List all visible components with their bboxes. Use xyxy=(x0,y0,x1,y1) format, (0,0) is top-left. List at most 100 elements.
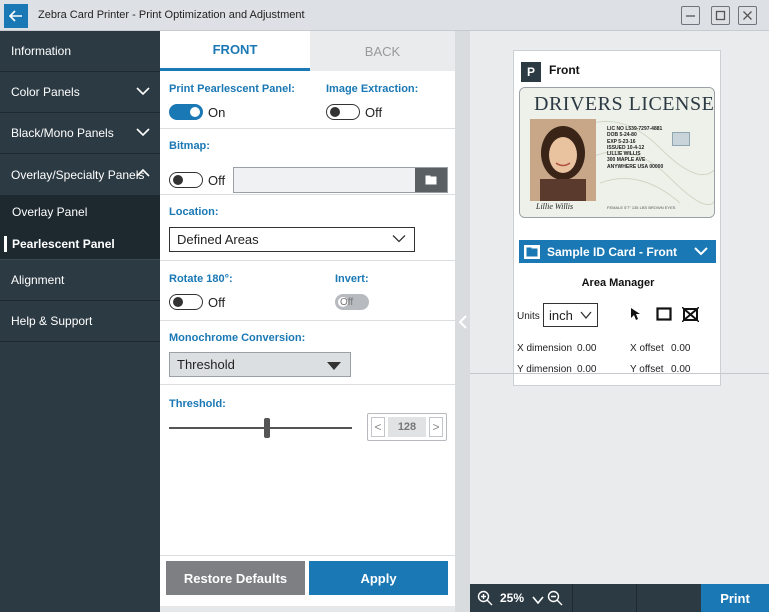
tab-front[interactable]: FRONT xyxy=(160,31,310,71)
sidebar-item-label: Overlay Panel xyxy=(12,205,88,219)
chevron-down-icon xyxy=(136,128,150,137)
restore-defaults-button[interactable]: Restore Defaults xyxy=(166,561,305,595)
rectangle-icon xyxy=(656,307,672,321)
draw-area-button[interactable] xyxy=(656,307,672,321)
sidebar: Information Color Panels Black/Mono Pane… xyxy=(0,31,160,612)
back-button[interactable] xyxy=(4,4,28,28)
zoom-dropdown-button[interactable] xyxy=(532,593,544,607)
zoom-in-button[interactable] xyxy=(477,590,493,609)
sidebar-item-overlay-specialty-panels[interactable]: Overlay/Specialty Panels xyxy=(0,154,160,196)
image-extraction-toggle[interactable]: Off xyxy=(326,102,382,122)
license-small-print: FEMALE 5'7" 135 LBS BROWN EYES xyxy=(607,205,676,210)
location-select[interactable]: Defined Areas xyxy=(169,227,415,252)
threshold-decrement-button[interactable]: < xyxy=(371,417,385,437)
delete-area-icon xyxy=(682,307,699,322)
toggle-switch xyxy=(169,294,203,310)
print-pearlescent-toggle[interactable]: On xyxy=(169,102,225,122)
chevron-down-icon xyxy=(694,247,708,256)
threshold-slider-thumb[interactable] xyxy=(263,418,270,438)
bitmap-toggle[interactable]: Off xyxy=(169,170,225,190)
minimize-button[interactable] xyxy=(681,6,700,25)
cursor-icon xyxy=(631,308,640,320)
toggle-state: Off xyxy=(208,172,226,188)
x-dimension-label: X dimension xyxy=(517,343,573,354)
side-tabs: FRONT BACK xyxy=(160,31,455,71)
threshold-label: Threshold: xyxy=(169,398,226,410)
license-signature: Lillie Willis xyxy=(536,202,574,211)
select-tool-button[interactable] xyxy=(630,307,640,321)
delete-area-button[interactable] xyxy=(682,307,699,322)
maximize-button[interactable] xyxy=(711,6,730,25)
location-section: Location: Defined Areas xyxy=(160,195,455,261)
zoom-out-button[interactable] xyxy=(547,590,563,609)
location-label: Location: xyxy=(169,206,219,218)
sidebar-item-information[interactable]: Information xyxy=(0,31,160,72)
print-pearlescent-label: Print Pearlescent Panel: xyxy=(169,83,295,95)
card-design-value: Sample ID Card - Front xyxy=(547,244,678,259)
bitmap-browse-button[interactable] xyxy=(415,168,447,192)
threshold-slider-track[interactable] xyxy=(169,427,352,429)
monochrome-label: Monochrome Conversion: xyxy=(169,332,306,344)
sidebar-item-pearlescent-panel[interactable]: Pearlescent Panel xyxy=(0,228,160,260)
sidebar-item-help-support[interactable]: Help & Support xyxy=(0,301,160,342)
zoom-bar: 25% Print xyxy=(470,584,769,612)
sidebar-item-label: Black/Mono Panels xyxy=(11,126,114,140)
close-icon xyxy=(743,11,752,20)
units-label: Units xyxy=(517,311,540,322)
sidebar-item-alignment[interactable]: Alignment xyxy=(0,260,160,301)
side-badge: P xyxy=(521,62,541,82)
minimize-icon xyxy=(686,15,695,17)
pearlescent-section: Print Pearlescent Panel: On Image Extrac… xyxy=(160,71,455,129)
sidebar-item-color-panels[interactable]: Color Panels xyxy=(0,72,160,113)
x-offset-label: X offset xyxy=(630,343,664,354)
sidebar-item-label: Information xyxy=(11,44,72,58)
rotate-invert-section: Rotate 180°: Off Invert: Off xyxy=(160,261,455,321)
toggle-state: Off xyxy=(340,296,354,308)
toggle-switch xyxy=(326,104,360,120)
toggle-state: On xyxy=(208,104,226,120)
panel-collapse-handle[interactable] xyxy=(455,31,470,612)
zoom-in-icon xyxy=(477,590,493,606)
sidebar-item-label: Pearlescent Panel xyxy=(12,236,115,251)
monochrome-section: Monochrome Conversion: Threshold xyxy=(160,321,455,385)
toggle-switch xyxy=(169,104,203,120)
invert-toggle[interactable]: Off xyxy=(335,292,369,312)
card-design-select[interactable]: Sample ID Card - Front xyxy=(519,240,716,263)
units-select[interactable]: inch xyxy=(543,303,598,327)
zoom-value: 25% xyxy=(500,591,525,605)
sidebar-item-label: Help & Support xyxy=(11,314,93,328)
sidebar-item-black-mono-panels[interactable]: Black/Mono Panels xyxy=(0,113,160,154)
threshold-increment-button[interactable]: > xyxy=(429,417,443,437)
chevron-down-icon xyxy=(532,596,544,605)
bitmap-section: Bitmap: Off xyxy=(160,129,455,195)
window-title: Zebra Card Printer - Print Optimization … xyxy=(38,9,305,21)
rotate-toggle[interactable]: Off xyxy=(169,292,225,312)
settings-panel: Print Pearlescent Panel: On Image Extrac… xyxy=(160,71,455,555)
threshold-value[interactable]: 128 xyxy=(388,417,426,437)
close-button[interactable] xyxy=(738,6,757,25)
license-photo xyxy=(530,119,596,201)
chevron-down-icon xyxy=(392,235,406,243)
zoom-out-icon xyxy=(547,590,563,606)
toggle-state: Off xyxy=(365,104,383,120)
sidebar-item-label: Overlay/Specialty Panels xyxy=(11,167,145,182)
triangle-down-icon xyxy=(327,362,341,370)
sidebar-item-label: Color Panels xyxy=(11,85,80,99)
card-preview-panel: P Front DRIVERS LICENSE LIC NO L539-7297… xyxy=(513,50,721,386)
sidebar-item-overlay-panel[interactable]: Overlay Panel xyxy=(0,196,160,228)
preview-divider xyxy=(470,373,769,374)
threshold-stepper: < 128 > xyxy=(367,413,447,441)
location-value: Defined Areas xyxy=(177,232,259,247)
invert-label: Invert: xyxy=(335,273,369,285)
license-ghost-image xyxy=(672,132,690,146)
tab-back[interactable]: BACK xyxy=(310,31,455,71)
bitmap-label: Bitmap: xyxy=(169,140,210,152)
print-button[interactable]: Print xyxy=(701,584,769,612)
monochrome-select[interactable]: Threshold xyxy=(169,352,351,377)
folder-icon xyxy=(524,244,540,259)
rotate-label: Rotate 180°: xyxy=(169,273,233,285)
title-bar: Zebra Card Printer - Print Optimization … xyxy=(0,0,769,31)
x-offset-value: 0.00 xyxy=(671,343,691,354)
units-value: inch xyxy=(549,308,573,323)
apply-button[interactable]: Apply xyxy=(309,561,448,595)
